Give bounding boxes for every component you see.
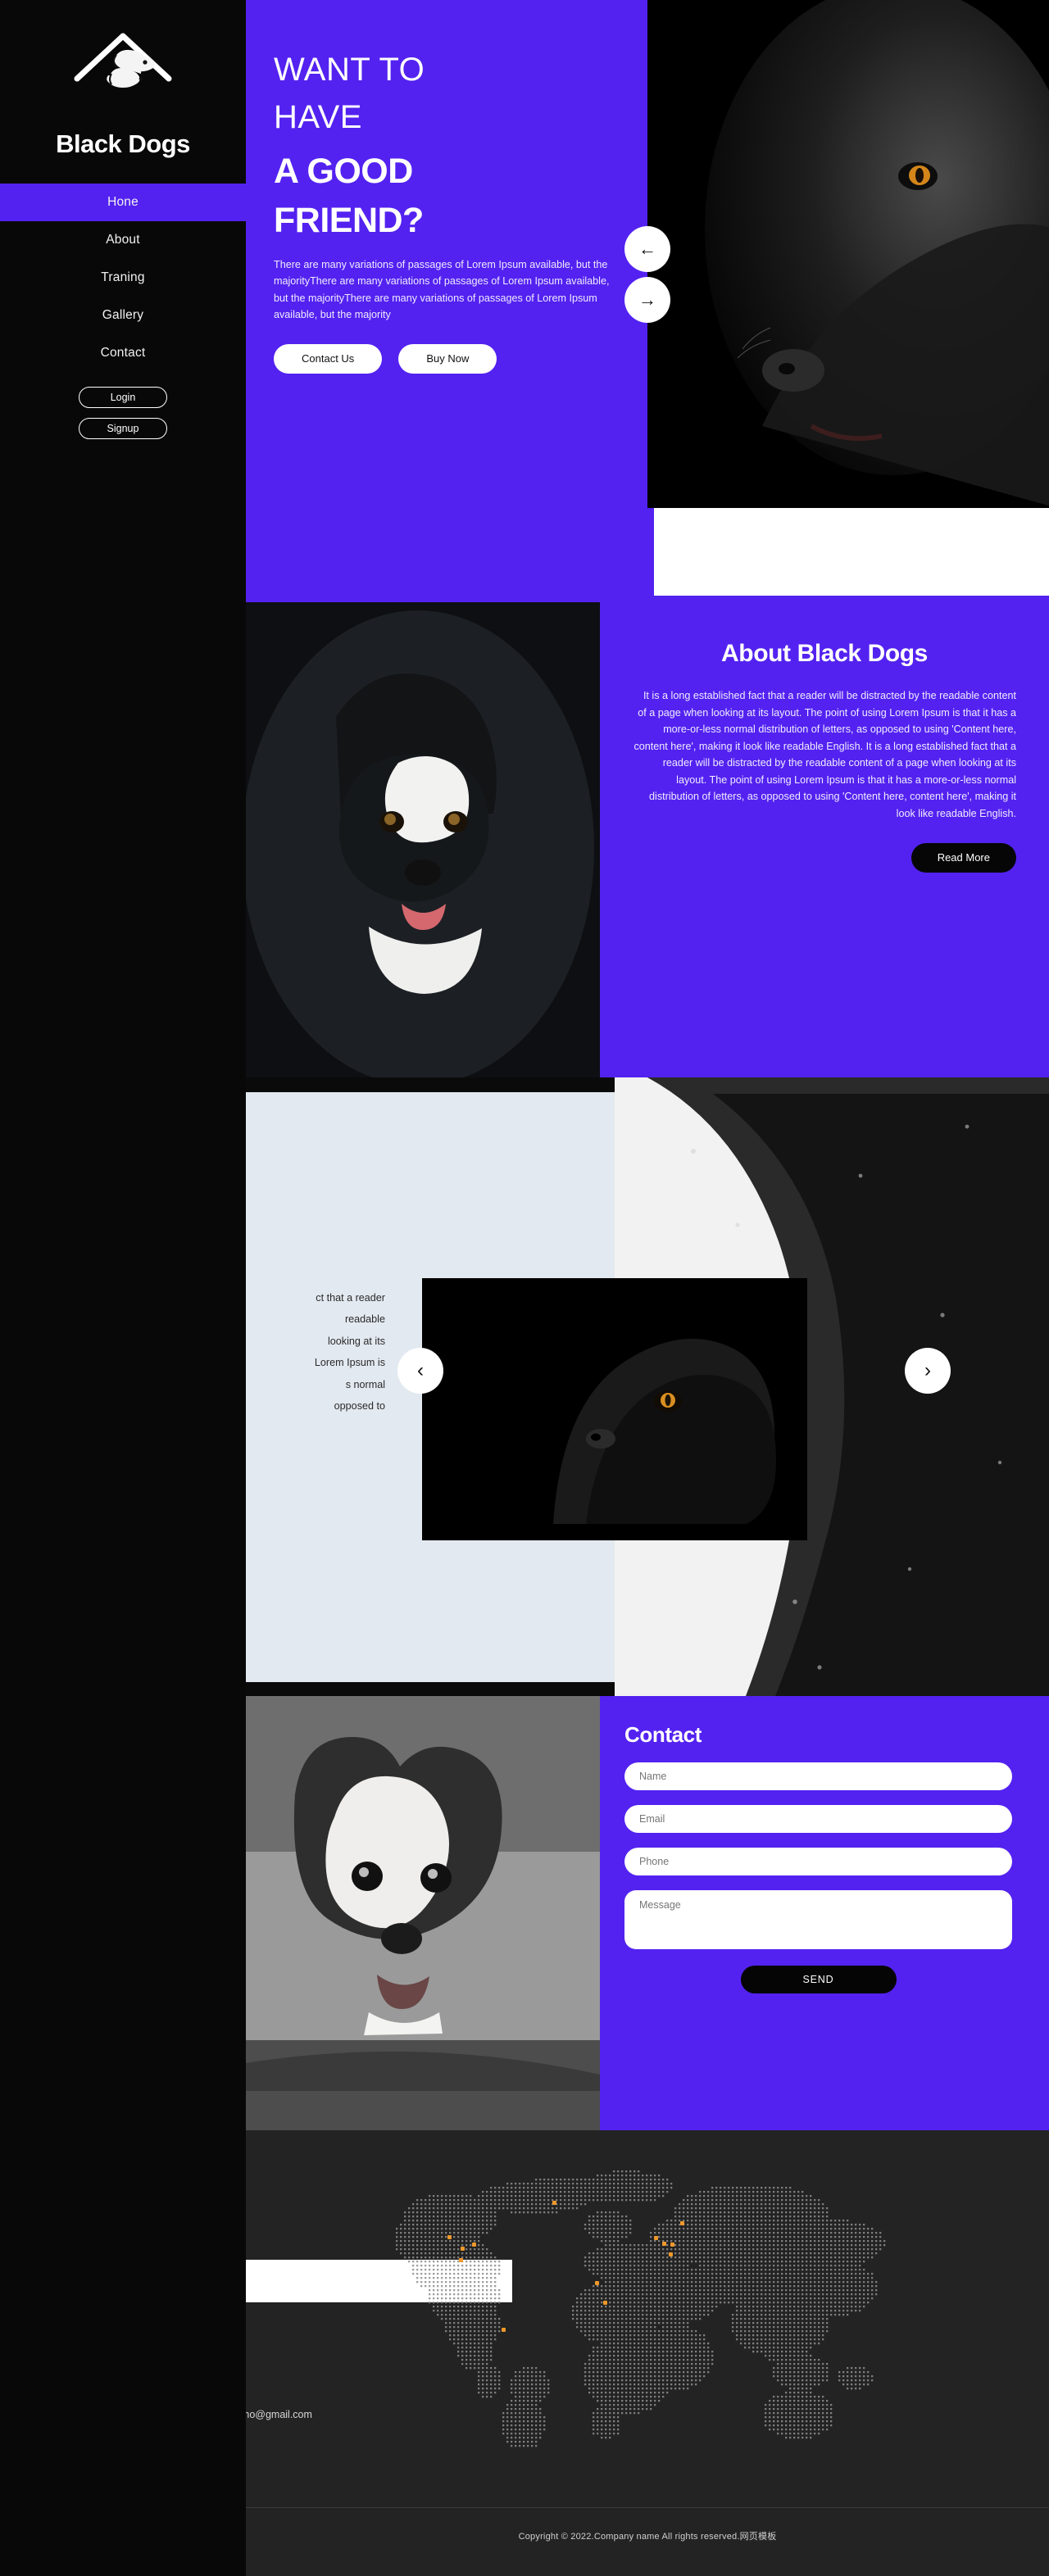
hero-headline-1: A GOOD <box>274 152 413 191</box>
hero-button-row: Contact Us Buy Now <box>274 344 620 374</box>
dog-house-logo-icon <box>69 28 177 120</box>
hero-white-strip <box>647 508 1049 602</box>
chevron-right-icon: › <box>905 1348 951 1394</box>
read-more-button[interactable]: Read More <box>910 843 1016 873</box>
hero-dog-photo <box>647 0 1049 508</box>
email-input[interactable] <box>624 1805 1012 1833</box>
contact-title: Contact <box>624 1722 702 1747</box>
send-button-row: SEND <box>624 1966 1012 1993</box>
sidebar-item-hone[interactable]: Hone <box>0 184 246 221</box>
about-border-collie-photo <box>246 602 600 1077</box>
copyright-bar: Copyright © 2022.Company name All rights… <box>246 2507 1049 2576</box>
world-dot-map-icon <box>377 2160 901 2455</box>
sidebar-item-about[interactable]: About <box>0 221 246 259</box>
sidebar-item-contact[interactable]: Contact <box>0 334 246 372</box>
hero-line-1: WANT TO <box>274 52 425 88</box>
copyright-text: Copyright © 2022.Company name All rights… <box>518 2532 777 2542</box>
hero-next-arrow-icon[interactable]: → <box>624 277 670 323</box>
about-body: It is a long established fact that a rea… <box>633 690 1016 819</box>
page-root: Black Dogs Hone About Traning Gallery Co… <box>0 0 1049 2576</box>
send-button[interactable]: SEND <box>740 1966 897 1993</box>
hero-section: WANT TO HAVE A GOOD FRIEND? There are ma… <box>246 0 1049 602</box>
footer: demo@gmail.com <box>246 2130 1049 2507</box>
chevron-left-icon: ‹ <box>397 1348 443 1394</box>
hero-prev-arrow-icon[interactable]: ← <box>624 226 670 272</box>
contact-section: Contact SEND <box>246 1696 1049 2130</box>
hero-headline-2: FRIEND? <box>274 201 424 241</box>
about-section: About Black Dogs It is a long establishe… <box>246 602 1049 1077</box>
about-text-panel: About Black Dogs It is a long establishe… <box>600 602 1049 1077</box>
sidebar: Black Dogs Hone About Traning Gallery Co… <box>0 0 246 2576</box>
contact-form-panel: Contact SEND <box>600 1696 1049 2130</box>
gallery-clipped-text: ct that a reader readable looking at its L… <box>314 1292 385 1413</box>
sidebar-auth-buttons: Login Signup <box>0 387 246 439</box>
brand-title: Black Dogs <box>56 129 190 158</box>
about-title: About Black Dogs <box>721 640 928 667</box>
footer-email[interactable]: demo@gmail.com <box>246 2409 312 2420</box>
contact-chihuahua-photo <box>246 1696 600 2130</box>
sidebar-item-traning[interactable]: Traning <box>0 259 246 297</box>
hero-slider-controls: ← → <box>624 226 670 323</box>
about-button-row: Read More <box>633 843 1016 873</box>
signup-button[interactable]: Signup <box>79 418 167 439</box>
phone-input[interactable] <box>624 1848 1012 1875</box>
buy-now-button[interactable]: Buy Now <box>398 344 497 374</box>
sidebar-item-gallery[interactable]: Gallery <box>0 297 246 334</box>
brand-block: Black Dogs <box>0 0 246 159</box>
contact-us-button[interactable]: Contact Us <box>274 344 383 374</box>
gallery-next-button[interactable]: › <box>905 1348 951 1394</box>
gallery-prev-button[interactable]: ‹ <box>397 1348 443 1394</box>
login-button[interactable]: Login <box>79 387 167 408</box>
gallery-slide-photo <box>422 1278 807 1540</box>
hero-paragraph: There are many variations of passages of… <box>274 258 610 321</box>
name-input[interactable] <box>624 1762 1012 1790</box>
message-textarea[interactable] <box>624 1890 1012 1949</box>
hero-text-panel: WANT TO HAVE A GOOD FRIEND? There are ma… <box>246 0 647 602</box>
sidebar-nav: Hone About Traning Gallery Contact <box>0 184 246 372</box>
hero-line-2: HAVE <box>274 99 362 135</box>
